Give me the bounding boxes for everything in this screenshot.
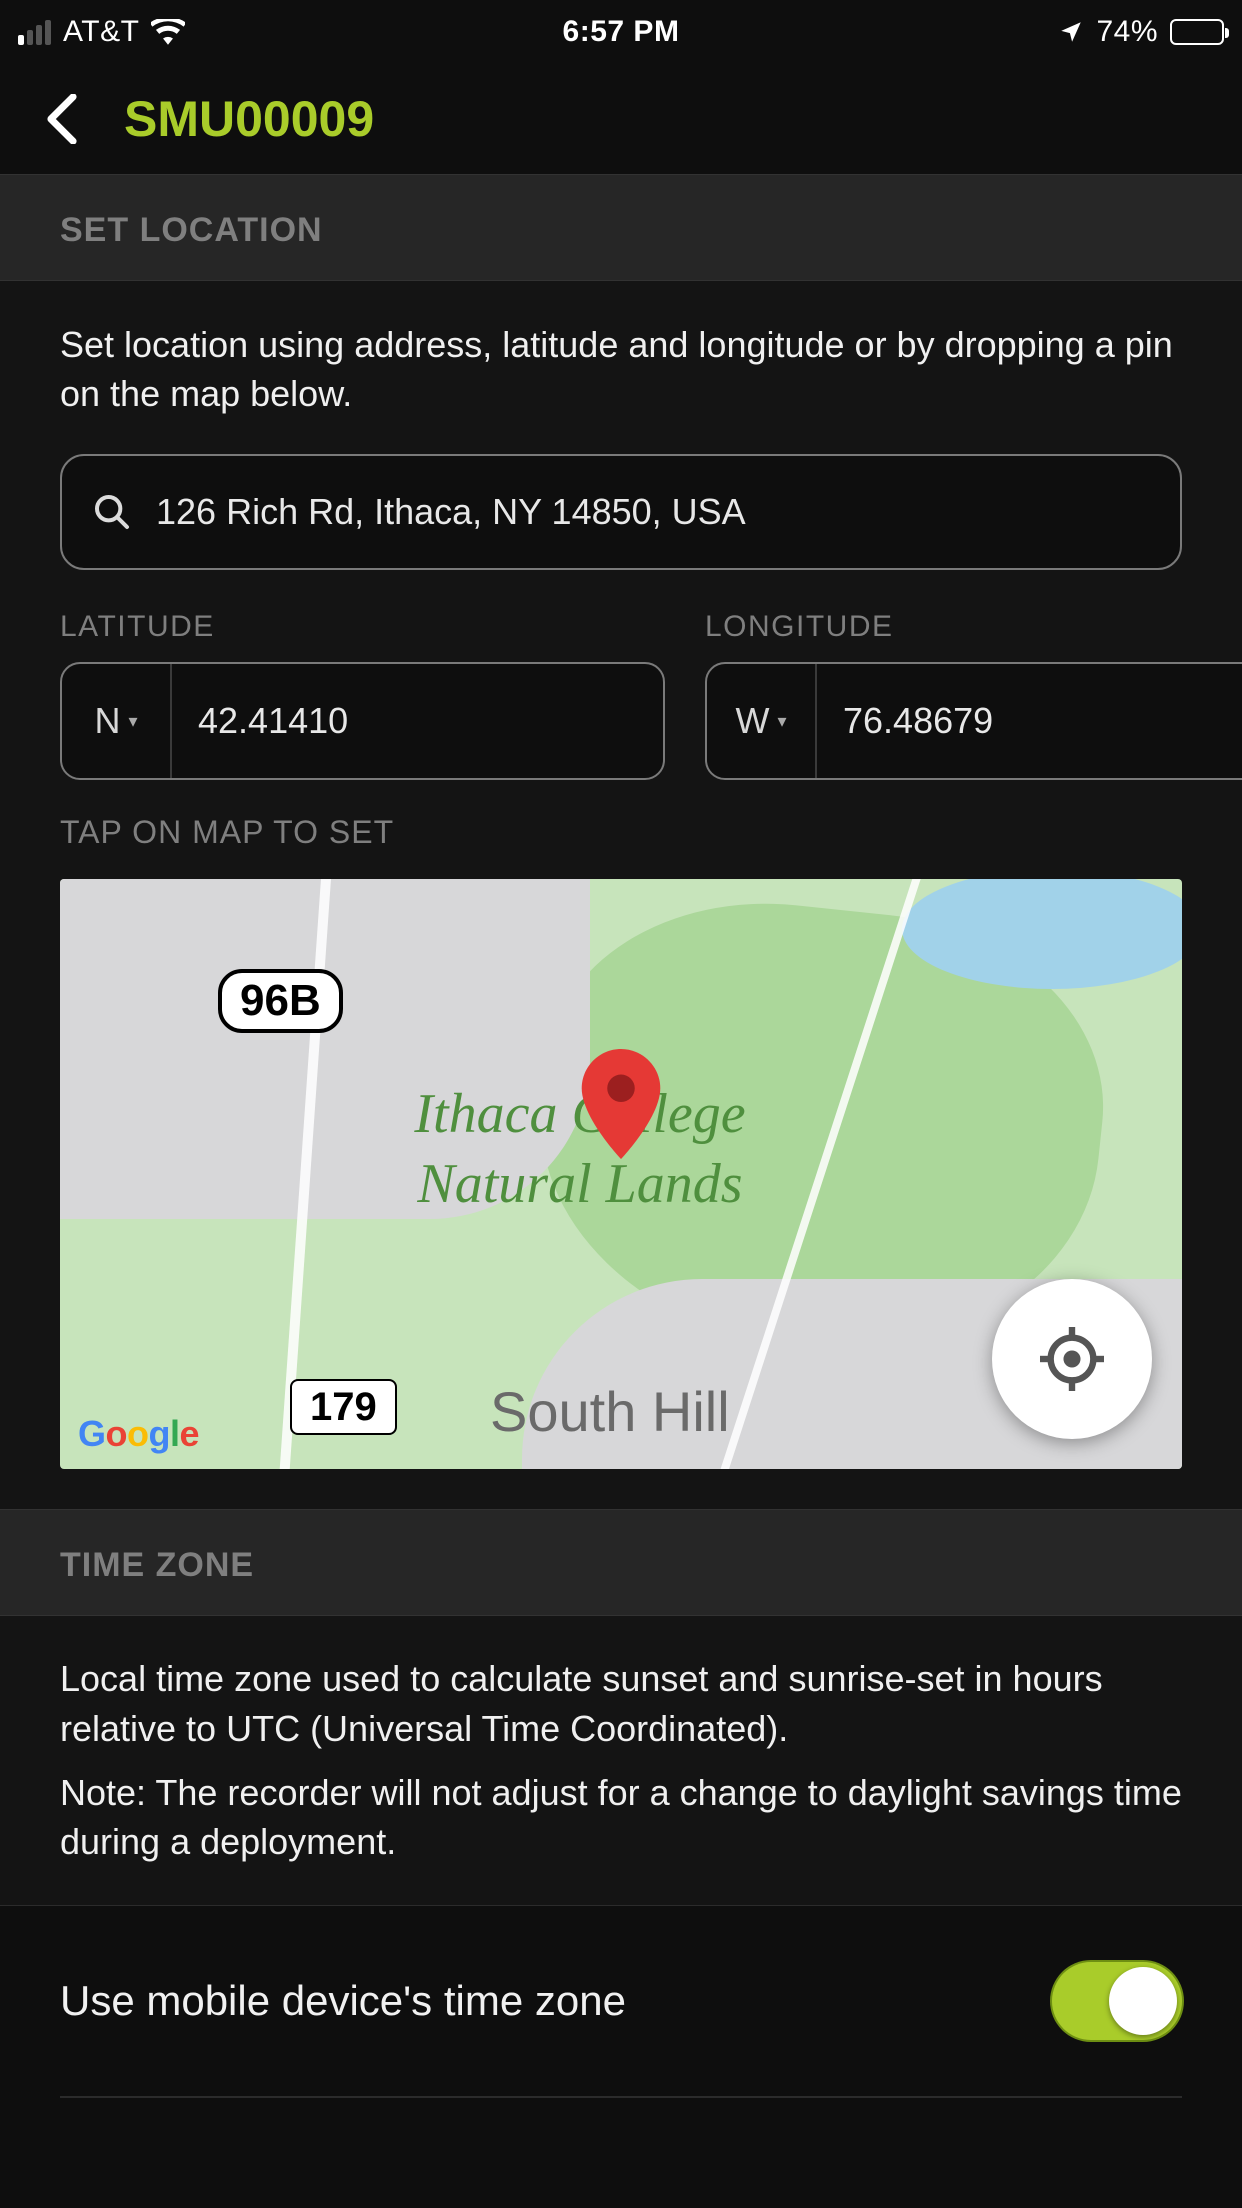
section-heading-location: SET LOCATION: [0, 174, 1242, 281]
chevron-down-icon: ▾: [128, 711, 137, 732]
use-device-timezone-row: Use mobile device's time zone: [0, 1905, 1242, 2096]
latitude-hemisphere-select[interactable]: N ▾: [62, 664, 172, 778]
longitude-label: LONGITUDE: [705, 610, 1242, 644]
longitude-field[interactable]: W ▾: [705, 662, 1242, 780]
section-body-location: Set location using address, latitude and…: [0, 281, 1242, 1509]
address-input[interactable]: [156, 491, 1150, 533]
map-attribution: Google: [78, 1413, 199, 1455]
route-shield: 179: [290, 1379, 397, 1435]
section-body-timezone: Local time zone used to calculate sunset…: [0, 1616, 1242, 1905]
map-place-label: Ithaca College Natural Lands: [330, 1079, 830, 1219]
section-heading-timezone: TIME ZONE: [0, 1509, 1242, 1616]
status-time: 6:57 PM: [563, 15, 680, 49]
divider: [60, 2096, 1182, 2098]
search-icon: [92, 492, 132, 532]
map-view[interactable]: 96B Ithaca College Natural Lands 179 Sou…: [60, 879, 1182, 1469]
route-shield: 96B: [218, 969, 343, 1033]
page-title: SMU00009: [124, 90, 374, 148]
location-arrow-icon: [1058, 19, 1084, 45]
use-device-timezone-toggle[interactable]: [1052, 1962, 1182, 2040]
latitude-input[interactable]: [172, 700, 663, 742]
timezone-description-2: Note: The recorder will not adjust for a…: [60, 1768, 1182, 1867]
wifi-icon: [151, 19, 185, 45]
map-pin-icon: [581, 1049, 661, 1164]
chevron-down-icon: ▾: [777, 711, 786, 732]
app-header: SMU00009: [0, 64, 1242, 174]
use-device-timezone-label: Use mobile device's time zone: [60, 1977, 626, 2025]
cell-signal-icon: [18, 20, 51, 45]
latitude-label: LATITUDE: [60, 610, 665, 644]
longitude-hemisphere-value: W: [735, 700, 769, 742]
latitude-field[interactable]: N ▾: [60, 662, 665, 780]
location-description: Set location using address, latitude and…: [60, 321, 1182, 418]
longitude-input[interactable]: [817, 700, 1242, 742]
timezone-description-1: Local time zone used to calculate sunset…: [60, 1654, 1182, 1753]
carrier-label: AT&T: [63, 15, 139, 49]
back-button[interactable]: [40, 97, 84, 141]
address-search-field[interactable]: [60, 454, 1182, 570]
battery-icon: [1170, 19, 1224, 45]
my-location-button[interactable]: [992, 1279, 1152, 1439]
longitude-hemisphere-select[interactable]: W ▾: [707, 664, 817, 778]
latitude-hemisphere-value: N: [94, 700, 120, 742]
status-bar: AT&T 6:57 PM 74%: [0, 0, 1242, 64]
battery-percent: 74%: [1096, 15, 1158, 49]
tap-on-map-hint: TAP ON MAP TO SET: [60, 814, 1182, 851]
map-place-label: South Hill: [490, 1377, 730, 1447]
